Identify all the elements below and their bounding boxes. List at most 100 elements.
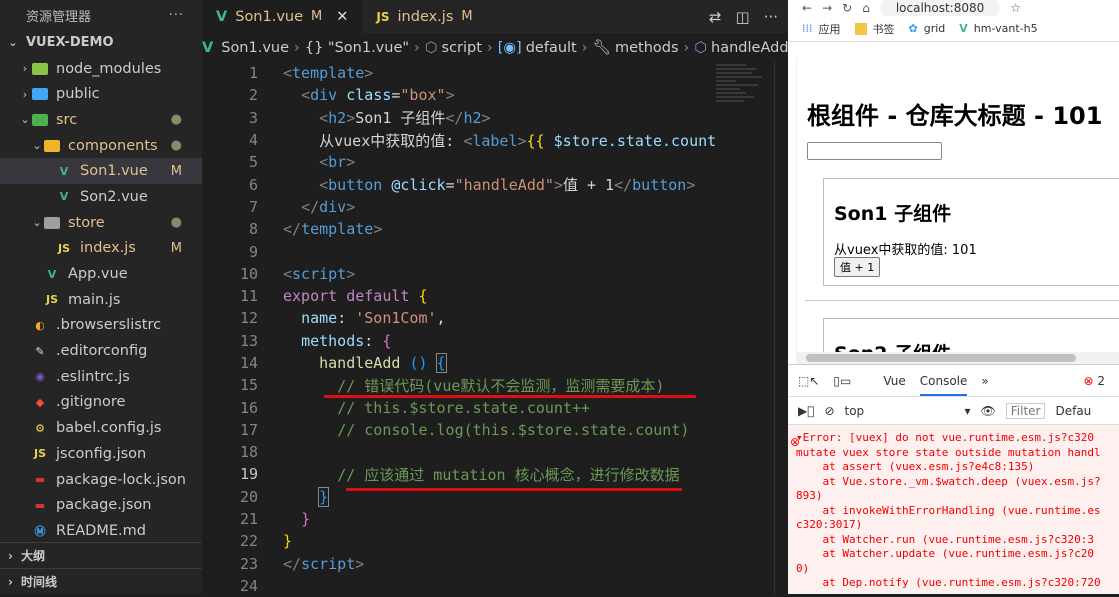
tree-item-label: node_modules	[56, 60, 162, 77]
tree-item[interactable]: ◆ .gitignore	[0, 390, 202, 416]
split-editor-icon[interactable]: ◫	[736, 8, 750, 26]
tree-item[interactable]: ⌄ src ●	[0, 107, 202, 133]
wrench-icon: 🔧︎	[592, 40, 611, 56]
home-icon[interactable]: ⌂	[862, 1, 870, 15]
breadcrumb-script[interactable]: script	[442, 40, 482, 56]
code-line: <br>	[319, 153, 356, 172]
tree-item[interactable]: V App.vue	[0, 261, 202, 287]
chevron-right-icon: ›	[581, 39, 588, 56]
devtools-tabs: ⬚↖ ▯▭ Vue Console » ⊗ 2	[788, 365, 1119, 397]
eye-icon[interactable]: 👁︎	[981, 404, 996, 418]
more-actions-icon[interactable]: ···	[764, 8, 778, 26]
tree-item-label: App.vue	[68, 266, 128, 283]
line-number: 20	[239, 487, 258, 506]
tree-item[interactable]: ◐ .browserslistrc	[0, 313, 202, 339]
star-icon[interactable]: ☆	[1010, 1, 1021, 15]
clear-console-icon[interactable]: ⊘	[824, 404, 834, 418]
compare-changes-icon[interactable]: ⇄	[709, 8, 722, 26]
chevron-down-icon: ⌄	[32, 139, 42, 153]
console-line: 0)	[796, 561, 810, 575]
sidebar-toggle-icon[interactable]: ▶⃞	[798, 404, 814, 418]
increment-button[interactable]: 值 + 1	[834, 257, 881, 277]
tab-label: Son1.vue	[235, 8, 304, 25]
console-line: at Vue.store._vm.$watch.deep (vuex.esm.j…	[796, 474, 1101, 488]
editor-tabs: V Son1.vue M ✕ JS index.js M ⇄ ◫ ···	[202, 0, 788, 33]
console-output: ▾Error: [vuex] do not vue.runtime.esm.js…	[788, 425, 1119, 594]
tab-console[interactable]: Console	[919, 374, 968, 396]
git-status-badge: ●	[170, 112, 182, 128]
more-actions-icon[interactable]: ···	[169, 8, 184, 23]
file-tree: › node_modules › public ⌄ src ● ⌄ components ● V So…	[0, 56, 202, 544]
chevron-right-icon: ›	[486, 39, 493, 56]
tree-item[interactable]: JS index.js M	[0, 236, 202, 262]
breadcrumb-file[interactable]: Son1.vue	[221, 40, 289, 56]
bookmark-apps[interactable]: 应用	[819, 21, 841, 37]
tree-item[interactable]: ◉ .eslintrc.js	[0, 364, 202, 390]
breadcrumb-handleadd[interactable]: handleAdd	[711, 40, 788, 56]
tree-item[interactable]: ✎ .editorconfig	[0, 338, 202, 364]
tree-item[interactable]: ▬ package-lock.json	[0, 467, 202, 493]
back-icon[interactable]: ←	[802, 1, 812, 15]
project-root[interactable]: ⌄ VUEX-DEMO	[0, 30, 202, 56]
outline-section[interactable]: › 大纲	[0, 542, 202, 568]
bookmark-grid[interactable]: grid	[924, 22, 946, 35]
tree-item[interactable]: JS main.js	[0, 287, 202, 313]
forward-icon[interactable]: →	[822, 1, 832, 15]
text-input[interactable]	[807, 142, 942, 160]
tree-item[interactable]: › public	[0, 81, 202, 107]
tree-item[interactable]: ⚙ babel.config.js	[0, 415, 202, 441]
error-icon: ⊗	[790, 435, 801, 449]
breadcrumb-module[interactable]: {} "Son1.vue"	[305, 40, 409, 56]
console-line: 893)	[796, 489, 823, 502]
tree-item[interactable]: V Son1.vue M	[0, 158, 202, 185]
line-number: 12	[239, 309, 258, 328]
tree-item[interactable]: ⌄ components ●	[0, 133, 202, 159]
more-tabs-icon[interactable]: »	[981, 374, 988, 388]
bookmark-hm-vant[interactable]: hm-vant-h5	[974, 22, 1038, 35]
red-underline-annotation	[346, 488, 682, 491]
line-number: 17	[239, 420, 258, 439]
tab-index-js[interactable]: JS index.js M	[362, 0, 486, 33]
close-icon[interactable]: ✕	[336, 9, 348, 25]
reload-icon[interactable]: ↻	[842, 1, 852, 15]
divider	[805, 300, 1119, 301]
editor-scrollbar[interactable]	[774, 62, 788, 594]
tab-son1-vue[interactable]: V Son1.vue M ✕	[202, 0, 363, 33]
timeline-section[interactable]: › 时间线	[0, 568, 202, 594]
project-name: VUEX-DEMO	[26, 35, 114, 51]
url-field[interactable]: localhost:8080	[879, 0, 1001, 16]
breadcrumb-default[interactable]: default	[526, 40, 577, 56]
line-number: 18	[239, 443, 258, 462]
tree-item-label: public	[56, 86, 100, 103]
code-line: <h2>Son1 子组件</h2>	[319, 109, 491, 128]
bookmark-folder[interactable]: 书签	[873, 21, 895, 37]
scrollbar-thumb[interactable]	[806, 354, 1076, 362]
context-select[interactable]: top	[845, 404, 955, 418]
inspect-element-icon[interactable]: ⬚↖	[798, 374, 819, 388]
vant-icon: V	[959, 22, 968, 35]
dropdown-arrow-icon[interactable]: ▾	[965, 404, 971, 418]
npm-icon: ▬	[34, 498, 46, 512]
log-levels-select[interactable]: Defau	[1055, 404, 1091, 418]
git-status-badge: ●	[170, 138, 182, 154]
tree-item[interactable]: Ⓜ README.md	[0, 518, 202, 544]
code-line: }	[318, 486, 330, 507]
tab-vue[interactable]: Vue	[883, 374, 905, 388]
line-number: 14	[239, 354, 258, 372]
tree-item[interactable]: ▬ package.json	[0, 492, 202, 518]
console-line: ▾Error: [vuex] do not vue.runtime.esm.js…	[796, 431, 1095, 444]
tree-item[interactable]: V Son2.vue	[0, 184, 202, 210]
breadcrumb-methods[interactable]: methods	[615, 40, 679, 56]
line-number: 24	[239, 576, 258, 595]
tree-item[interactable]: JS jsconfig.json	[0, 441, 202, 467]
tree-item[interactable]: › node_modules	[0, 56, 202, 82]
filter-input[interactable]: Filter	[1005, 402, 1046, 419]
horizontal-scrollbar[interactable]	[796, 352, 1119, 364]
minimap[interactable]	[716, 62, 766, 122]
code-line: handleAdd () {	[319, 353, 447, 373]
device-toolbar-icon[interactable]: ▯▭	[833, 374, 851, 388]
son1-component-box: Son1 子组件 从vuex中获取的值: 101 值 + 1	[823, 178, 1119, 286]
code-area[interactable]: 1 <template> 2 <div class="box"> 3 <h2>So…	[202, 62, 788, 595]
modified-badge: M	[311, 9, 323, 24]
tree-item[interactable]: ⌄ store ●	[0, 210, 202, 236]
